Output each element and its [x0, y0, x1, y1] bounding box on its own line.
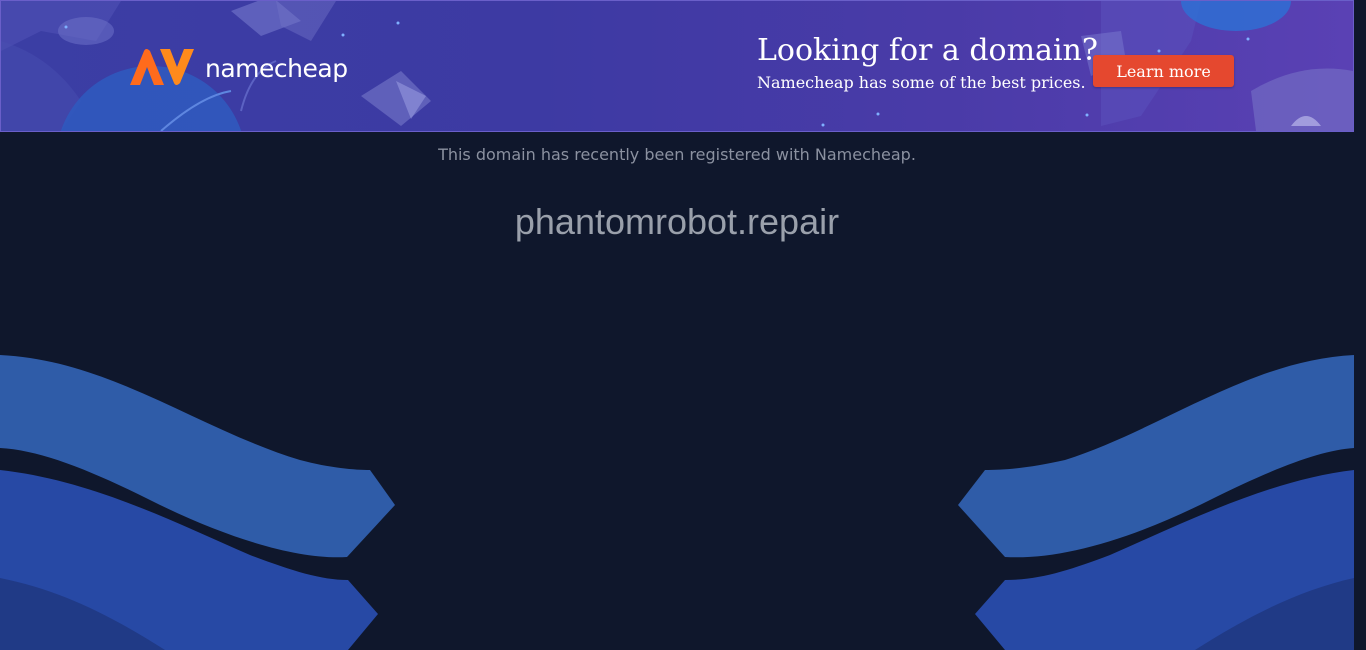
learn-more-button[interactable]: Learn more [1093, 55, 1234, 87]
domain-name: phantomrobot.repair [514, 201, 840, 242]
namecheap-promo-banner[interactable]: namecheap Looking for a domain? Namechea… [0, 0, 1354, 132]
brand-name: namecheap [205, 53, 348, 83]
promo-subtitle: Namecheap has some of the best prices. [757, 73, 1086, 92]
registered-note: This domain has recently been registered… [438, 145, 916, 164]
page: namecheap Looking for a domain? Namechea… [0, 0, 1366, 650]
namecheap-logo[interactable]: namecheap [128, 47, 348, 87]
promo-title: Looking for a domain? [757, 33, 1098, 68]
promo-text: Looking for a domain? Namecheap has some… [757, 31, 1098, 95]
namecheap-logo-icon [130, 49, 194, 85]
